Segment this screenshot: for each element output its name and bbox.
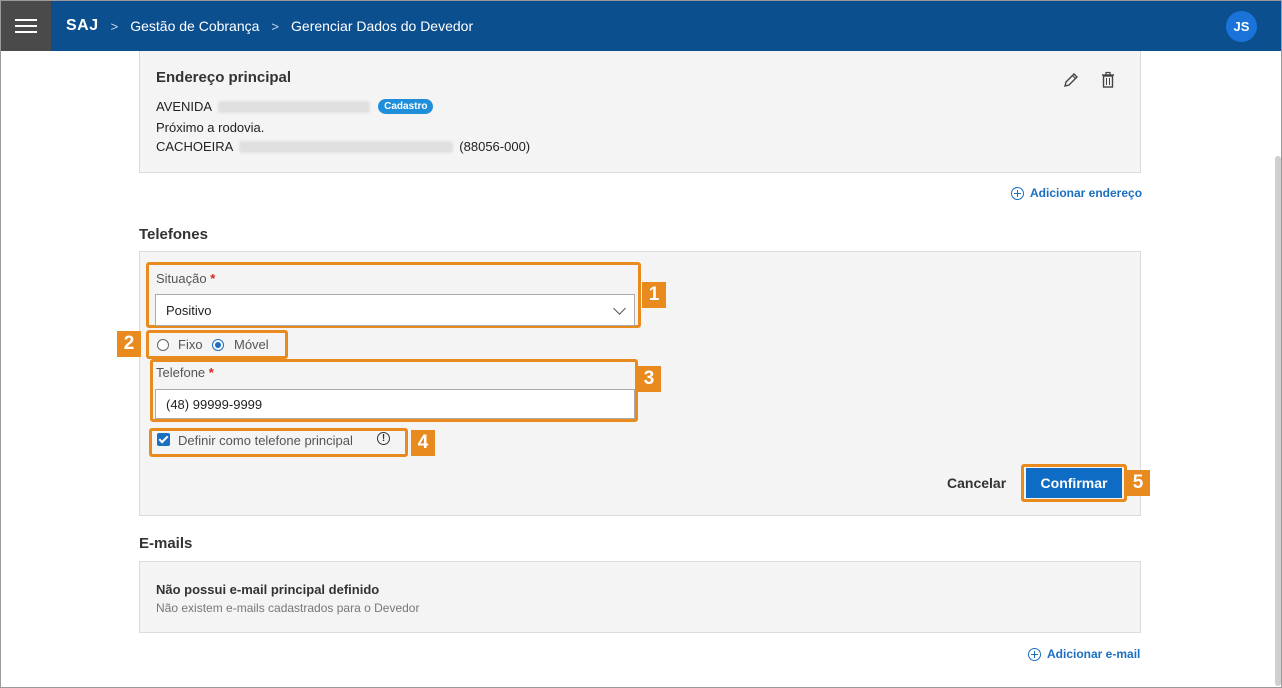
- situacao-select[interactable]: Positivo: [155, 294, 635, 326]
- plus-circle-icon: [1028, 647, 1041, 661]
- address-line-2: Próximo a rodovia.: [156, 120, 265, 135]
- address-title: Endereço principal: [156, 69, 292, 86]
- brand-logo[interactable]: SAJ: [66, 17, 99, 35]
- address-zip: (88056-000): [459, 139, 531, 154]
- hamburger-menu-icon[interactable]: [1, 1, 51, 51]
- situacao-value: Positivo: [166, 302, 212, 318]
- emails-section-title: E-mails: [139, 535, 193, 552]
- email-card: Não possui e-mail principal definido Não…: [139, 561, 1141, 633]
- breadcrumb-gerenciar-dados: Gerenciar Dados do Devedor: [291, 18, 474, 34]
- callout-number-4: 4: [411, 430, 435, 456]
- situacao-label: Situação *: [156, 271, 215, 286]
- chevron-down-icon: [613, 302, 626, 315]
- principal-phone-checkbox[interactable]: [157, 433, 170, 446]
- address-city-prefix: CACHOEIRA: [156, 139, 234, 154]
- required-mark: *: [208, 365, 214, 380]
- situacao-label-text: Situação: [156, 271, 207, 286]
- top-navigation-bar: SAJ > Gestão de Cobrança > Gerenciar Dad…: [1, 1, 1281, 51]
- callout-number-2: 2: [117, 331, 141, 357]
- app-frame: SAJ > Gestão de Cobrança > Gerenciar Dad…: [0, 0, 1282, 688]
- callout-number-5: 5: [1126, 470, 1150, 496]
- user-avatar[interactable]: JS: [1226, 11, 1257, 42]
- info-icon[interactable]: !: [377, 432, 390, 445]
- radio-fixo[interactable]: [157, 339, 169, 351]
- phones-section-title: Telefones: [139, 226, 208, 243]
- vertical-scrollbar[interactable]: [1275, 156, 1281, 686]
- required-mark: *: [210, 271, 216, 286]
- redacted-street: [218, 100, 371, 113]
- redacted-city: [239, 140, 454, 153]
- trash-icon[interactable]: [1100, 71, 1116, 89]
- add-address-link[interactable]: Adicionar endereço: [1011, 186, 1142, 200]
- radio-movel-label: Móvel: [234, 337, 269, 352]
- status-badge: Cadastro: [378, 99, 434, 114]
- add-email-link[interactable]: Adicionar e-mail: [1028, 647, 1140, 661]
- telefone-label-text: Telefone: [156, 365, 206, 380]
- plus-circle-icon: [1011, 186, 1024, 200]
- email-empty-subtitle: Não existem e-mails cadastrados para o D…: [156, 601, 420, 615]
- address-street-prefix: AVENIDA: [156, 99, 213, 114]
- telefone-label: Telefone *: [156, 365, 214, 380]
- telefone-input[interactable]: (48) 99999-9999: [155, 389, 635, 419]
- address-card: Endereço principal AVENIDA Cadastro Próx…: [139, 51, 1141, 173]
- cancel-button[interactable]: Cancelar: [941, 473, 1012, 493]
- radio-fixo-label: Fixo: [178, 337, 203, 352]
- radio-movel[interactable]: [212, 339, 224, 351]
- email-empty-title: Não possui e-mail principal definido: [156, 582, 380, 597]
- callout-number-1: 1: [642, 282, 666, 308]
- callout-number-3: 3: [637, 366, 661, 392]
- principal-phone-label: Definir como telefone principal: [178, 433, 353, 448]
- add-address-label: Adicionar endereço: [1030, 186, 1143, 200]
- address-line-1: AVENIDA Cadastro: [156, 99, 434, 114]
- breadcrumb-gestao-cobranca[interactable]: Gestão de Cobrança: [130, 18, 259, 34]
- pencil-icon[interactable]: [1062, 71, 1080, 89]
- breadcrumb-separator-icon: >: [110, 18, 119, 34]
- address-line-3: CACHOEIRA (88056-000): [156, 139, 530, 154]
- breadcrumb-separator-icon: >: [271, 18, 280, 34]
- confirm-button[interactable]: Confirmar: [1026, 468, 1122, 498]
- add-email-label: Adicionar e-mail: [1047, 647, 1141, 661]
